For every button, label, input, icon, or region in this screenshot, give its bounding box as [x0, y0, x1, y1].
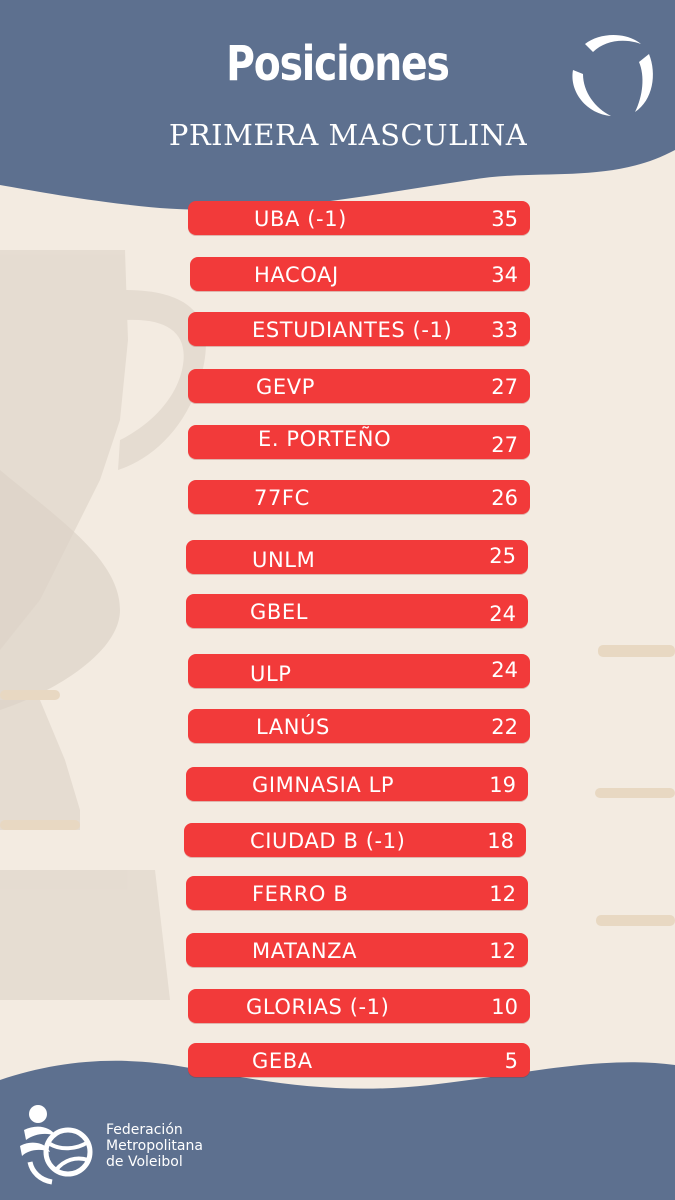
team-points: 5	[504, 1049, 518, 1073]
volleyball-swirl-icon	[572, 35, 653, 116]
page-subtitle: PRIMERA MASCULINA	[168, 118, 528, 152]
team-points: 12	[489, 882, 516, 906]
team-name: ULP	[250, 662, 292, 686]
team-points: 24	[491, 658, 518, 682]
team-name: 77FC	[254, 486, 310, 510]
team-points: 24	[489, 602, 516, 626]
team-points: 34	[491, 263, 518, 287]
team-points: 26	[491, 486, 518, 510]
standings-row: 77FC 26	[188, 480, 530, 514]
team-points: 35	[491, 207, 518, 231]
standings-row: CIUDAD B (-1) 18	[184, 823, 526, 857]
team-name: CIUDAD B (-1)	[250, 829, 406, 853]
team-points: 25	[489, 544, 516, 568]
standings-row: GBEL 24	[186, 594, 528, 628]
page-title: Posiciones	[226, 36, 450, 92]
brand-line: de Voleibol	[106, 1154, 183, 1170]
standings-row: ESTUDIANTES (-1) 33	[188, 312, 530, 346]
standings-row: GIMNASIA LP 19	[186, 767, 528, 801]
team-name: FERRO B	[252, 882, 349, 906]
team-points: 27	[491, 433, 518, 457]
standings-row: MATANZA 12	[186, 933, 528, 967]
team-points: 10	[491, 995, 518, 1019]
standings-row: E. PORTEÑO 27	[188, 425, 530, 459]
team-name: E. PORTEÑO	[258, 427, 392, 451]
team-points: 12	[489, 939, 516, 963]
team-name: HACOAJ	[254, 263, 339, 287]
volleyball-player-logo-icon	[20, 1105, 93, 1185]
standings-row: ULP 24	[188, 654, 530, 688]
standings-row: FERRO B 12	[186, 876, 528, 910]
trophy-watermark	[0, 250, 206, 1000]
standings-row: UBA (-1) 35	[188, 201, 530, 235]
footer-wave	[0, 1060, 675, 1200]
team-points: 22	[491, 715, 518, 739]
standings-row: GEVP 27	[188, 369, 530, 403]
team-points: 18	[487, 829, 514, 853]
team-points: 19	[489, 773, 516, 797]
team-name: MATANZA	[252, 939, 358, 963]
standings-row: GEBA 5	[188, 1043, 530, 1077]
team-name: GIMNASIA LP	[252, 773, 395, 797]
standings-row: LANÚS 22	[188, 709, 530, 743]
team-name: GLORIAS (-1)	[246, 995, 390, 1019]
team-points: 27	[491, 375, 518, 399]
brand-line: Federación	[106, 1122, 183, 1138]
team-name: UBA (-1)	[254, 207, 347, 231]
team-name: GEVP	[256, 375, 315, 399]
standings-poster: Posiciones PRIMERA MASCULINA UBA (-1) 35…	[0, 0, 675, 1200]
brand-line: Metropolitana	[106, 1138, 203, 1154]
team-name: GBEL	[250, 600, 309, 624]
team-name: LANÚS	[256, 715, 330, 739]
team-name: GEBA	[252, 1049, 313, 1073]
federation-brand: Federación Metropolitana de Voleibol	[106, 1122, 203, 1170]
team-name: UNLM	[252, 548, 316, 572]
standings-row: HACOAJ 34	[190, 257, 530, 291]
standings-row: UNLM 25	[186, 540, 528, 574]
team-points: 33	[491, 318, 518, 342]
standings-row: GLORIAS (-1) 10	[188, 989, 530, 1023]
team-name: ESTUDIANTES (-1)	[252, 318, 453, 342]
